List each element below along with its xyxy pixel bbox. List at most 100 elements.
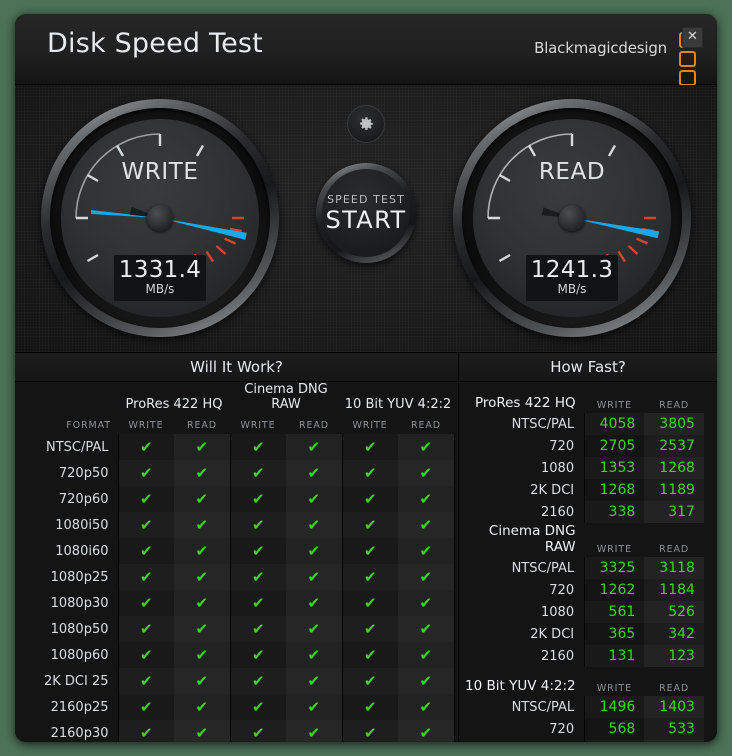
status-check-icon: ✔: [286, 590, 343, 616]
read-speed-value: 317: [644, 501, 704, 523]
table-row: 720p60 ✔ ✔ ✔ ✔ ✔ ✔: [15, 486, 459, 512]
status-check-icon: ✔: [398, 564, 455, 590]
sub-header-write-1: WRITE: [128, 420, 164, 431]
read-speed-value: 2537: [644, 435, 704, 457]
status-check-icon: ✔: [341, 694, 399, 720]
table-row: 2160p25 ✔ ✔ ✔ ✔ ✔ ✔: [15, 694, 459, 720]
status-check-icon: ✔: [341, 616, 399, 642]
resolution-label: 2K DCI: [530, 626, 575, 642]
write-speed-value: 2705: [584, 435, 645, 457]
status-check-icon: ✔: [341, 668, 399, 694]
read-speed-value: 533: [644, 718, 704, 740]
table-row: 2160 131 123: [459, 645, 717, 667]
status-check-icon: ✔: [341, 486, 399, 512]
will-it-work-panel: Will It Work? ProRes 422 HQ Cinema DNG R…: [15, 353, 459, 742]
will-it-work-title: Will It Work?: [15, 353, 458, 382]
table-row: NTSC/PAL 3325 3118: [459, 557, 717, 579]
status-check-icon: ✔: [341, 564, 399, 590]
table-row: 2K DCI 1268 1189: [459, 479, 717, 501]
write-speed-value: 365: [584, 623, 645, 645]
how-fast-title: How Fast?: [459, 353, 717, 382]
format-label: 2160p30: [50, 725, 109, 741]
read-gauge-face: READ 1241.3 MB/s: [473, 119, 671, 317]
table-row: 1080i50 ✔ ✔ ✔ ✔ ✔ ✔: [15, 512, 459, 538]
status-check-icon: ✔: [398, 486, 455, 512]
speed-test-start-button[interactable]: SPEED TEST START: [316, 163, 416, 263]
will-it-work-body: NTSC/PAL ✔ ✔ ✔ ✔ ✔ ✔ 720p50 ✔ ✔ ✔ ✔ ✔ ✔ 720p60 ✔ ✔ ✔ ✔ ✔ ✔ 10…: [15, 434, 459, 742]
sub-header-write-3: WRITE: [352, 420, 388, 431]
resolution-label: 2160: [541, 504, 575, 520]
status-check-icon: ✔: [286, 538, 343, 564]
status-check-icon: ✔: [286, 720, 343, 742]
format-column-header: FORMAT: [66, 420, 111, 431]
status-check-icon: ✔: [174, 694, 230, 720]
read-speed-value: 3118: [644, 557, 704, 579]
table-row: 720 2705 2537: [459, 435, 717, 457]
table-row: 1080p50 ✔ ✔ ✔ ✔ ✔ ✔: [15, 616, 459, 642]
status-check-icon: ✔: [229, 720, 286, 742]
status-check-icon: ✔: [286, 564, 343, 590]
status-check-icon: ✔: [398, 460, 455, 486]
read-speed-value: 1403: [644, 696, 704, 718]
table-row: 1080p25 ✔ ✔ ✔ ✔ ✔ ✔: [15, 564, 459, 590]
status-check-icon: ✔: [117, 616, 174, 642]
sub-header-read-2: READ: [298, 420, 330, 431]
resolution-label: 720: [549, 582, 575, 598]
status-check-icon: ✔: [341, 720, 399, 742]
gear-glyph: [360, 117, 373, 130]
table-row: 1080i60 ✔ ✔ ✔ ✔ ✔ ✔: [15, 538, 459, 564]
table-row: 1080p60 ✔ ✔ ✔ ✔ ✔ ✔: [15, 642, 459, 668]
disk-speed-test-window: ✕ Disk Speed Test Blackmagicdesign WRITE…: [15, 14, 717, 742]
read-speed-value: 123: [644, 645, 704, 667]
format-label: 1080i50: [55, 517, 109, 533]
status-check-icon: ✔: [286, 512, 343, 538]
resolution-label: NTSC/PAL: [511, 560, 575, 576]
write-column-header: WRITE: [596, 400, 632, 411]
group-header-prores: ProRes 422 HQ: [125, 397, 223, 412]
read-speed-value: 1268: [644, 457, 704, 479]
status-check-icon: ✔: [341, 538, 399, 564]
read-column-header: READ: [659, 544, 690, 555]
status-check-icon: ✔: [286, 434, 343, 460]
table-row: 2K DCI 365 342: [459, 623, 717, 645]
status-check-icon: ✔: [174, 486, 230, 512]
status-check-icon: ✔: [229, 616, 286, 642]
write-value: 1331.4: [118, 257, 202, 283]
how-fast-panel: How Fast? ProRes 422 HQ WRITE READ NTSC/PAL…: [459, 353, 717, 742]
format-label: 2160p25: [50, 699, 109, 715]
read-unit: MB/s: [557, 282, 587, 296]
table-row: 1080 561 526: [459, 601, 717, 623]
will-it-work-table: ProRes 422 HQ Cinema DNG RAW 10 Bit YUV …: [15, 382, 459, 742]
status-check-icon: ✔: [174, 720, 230, 742]
status-check-icon: ✔: [117, 720, 174, 742]
read-speed-value: 526: [644, 601, 704, 623]
close-icon[interactable]: ✕: [682, 27, 703, 48]
status-check-icon: ✔: [286, 460, 343, 486]
codec-name: 10 Bit YUV 4:2:2: [465, 678, 576, 694]
write-speed-value: 3325: [584, 557, 645, 579]
write-speed-value: 4058: [584, 413, 645, 435]
format-label: 1080p50: [50, 621, 109, 637]
status-check-icon: ✔: [286, 616, 343, 642]
format-label: NTSC/PAL: [45, 439, 109, 455]
resolution-label: 1080: [459, 740, 585, 742]
group-header-yuv: 10 Bit YUV 4:2:2: [344, 397, 452, 412]
status-check-icon: ✔: [398, 694, 455, 720]
read-speed-value: 1184: [644, 579, 704, 601]
status-check-icon: ✔: [398, 512, 455, 538]
status-check-icon: ✔: [229, 538, 286, 564]
status-check-icon: ✔: [229, 460, 286, 486]
status-check-icon: ✔: [117, 434, 174, 460]
table-row: NTSC/PAL 1496 1403: [459, 696, 717, 718]
status-check-icon: ✔: [117, 486, 174, 512]
status-check-icon: ✔: [229, 486, 286, 512]
read-speed-value: 342: [644, 623, 704, 645]
write-speed-value: 1268: [584, 479, 645, 501]
read-gauge-label: READ: [538, 159, 606, 185]
results-panels: Will It Work? ProRes 422 HQ Cinema DNG R…: [15, 353, 717, 742]
gear-icon[interactable]: [347, 105, 385, 143]
write-unit: MB/s: [145, 282, 175, 296]
status-check-icon: ✔: [341, 460, 399, 486]
status-check-icon: ✔: [398, 720, 455, 742]
status-check-icon: ✔: [174, 668, 230, 694]
